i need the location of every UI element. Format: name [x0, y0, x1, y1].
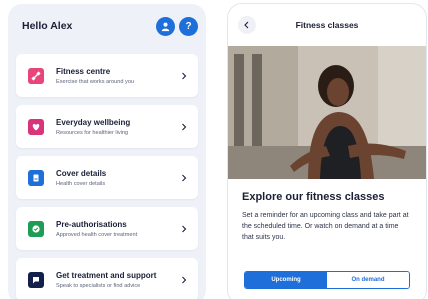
class-type-toggle: Upcoming On demand [244, 271, 410, 289]
chevron-right-icon [182, 225, 187, 232]
back-button[interactable] [238, 16, 256, 34]
woman-exercising-illustration [228, 46, 426, 179]
menu-item-subtitle: Exercise that works around you [56, 78, 135, 85]
menu-item-subtitle: Health cover details [56, 180, 106, 187]
page-title: Fitness classes [295, 20, 359, 30]
menu-item-title: Get treatment and support [56, 270, 157, 280]
person-icon [161, 22, 170, 31]
menu-list: Fitness centre Exercise that works aroun… [8, 48, 206, 299]
header-actions: ? [156, 16, 198, 36]
menu-item-subtitle: Resources for healthier living [56, 129, 129, 136]
section-description: Set a reminder for an upcoming class and… [242, 212, 409, 241]
menu-item-subtitle: Approved health cover treatment [56, 231, 138, 238]
fitness-classes-screen: Fitness classes Explore our fitness clas… [228, 4, 426, 299]
intro-section: Explore our fitness classes Set a remind… [228, 179, 426, 243]
menu-item-title: Cover details [56, 168, 107, 178]
profile-button[interactable] [156, 16, 175, 36]
heart-icon [28, 118, 44, 135]
menu-item-cover-details[interactable]: Cover details Health cover details [16, 156, 198, 199]
tab-on-demand[interactable]: On demand [327, 272, 409, 288]
fitness-header: Fitness classes [228, 4, 426, 46]
tab-upcoming[interactable]: Upcoming [245, 272, 327, 288]
chevron-right-icon [182, 72, 187, 79]
chevron-right-icon [182, 276, 187, 283]
home-screen: Hello Alex ? Fitness centre Exercise tha… [8, 4, 206, 299]
hero-image [228, 46, 426, 179]
home-header: Hello Alex ? [8, 4, 206, 48]
help-button[interactable]: ? [179, 16, 198, 36]
menu-item-subtitle: Speak to specialists or find advice [56, 282, 141, 289]
menu-item-title: Fitness centre [56, 66, 111, 76]
menu-item-title: Everyday wellbeing [56, 117, 131, 127]
menu-item-title: Pre-authorisations [56, 219, 127, 229]
section-heading: Explore our fitness classes [242, 191, 385, 203]
greeting: Hello Alex [22, 20, 73, 32]
check-icon [28, 220, 44, 237]
chat-icon [28, 271, 44, 288]
menu-item-get-treatment[interactable]: Get treatment and support Speak to speci… [16, 258, 198, 299]
menu-item-fitness-centre[interactable]: Fitness centre Exercise that works aroun… [16, 54, 198, 97]
menu-item-pre-authorisations[interactable]: Pre-authorisations Approved health cover… [16, 207, 198, 250]
dumbbell-icon [28, 67, 44, 84]
chevron-right-icon [182, 174, 187, 181]
chevron-right-icon [182, 123, 187, 130]
chevron-left-icon [244, 21, 249, 29]
menu-item-everyday-wellbeing[interactable]: Everyday wellbeing Resources for healthi… [16, 105, 198, 148]
document-icon [28, 169, 44, 186]
question-icon: ? [185, 20, 192, 32]
